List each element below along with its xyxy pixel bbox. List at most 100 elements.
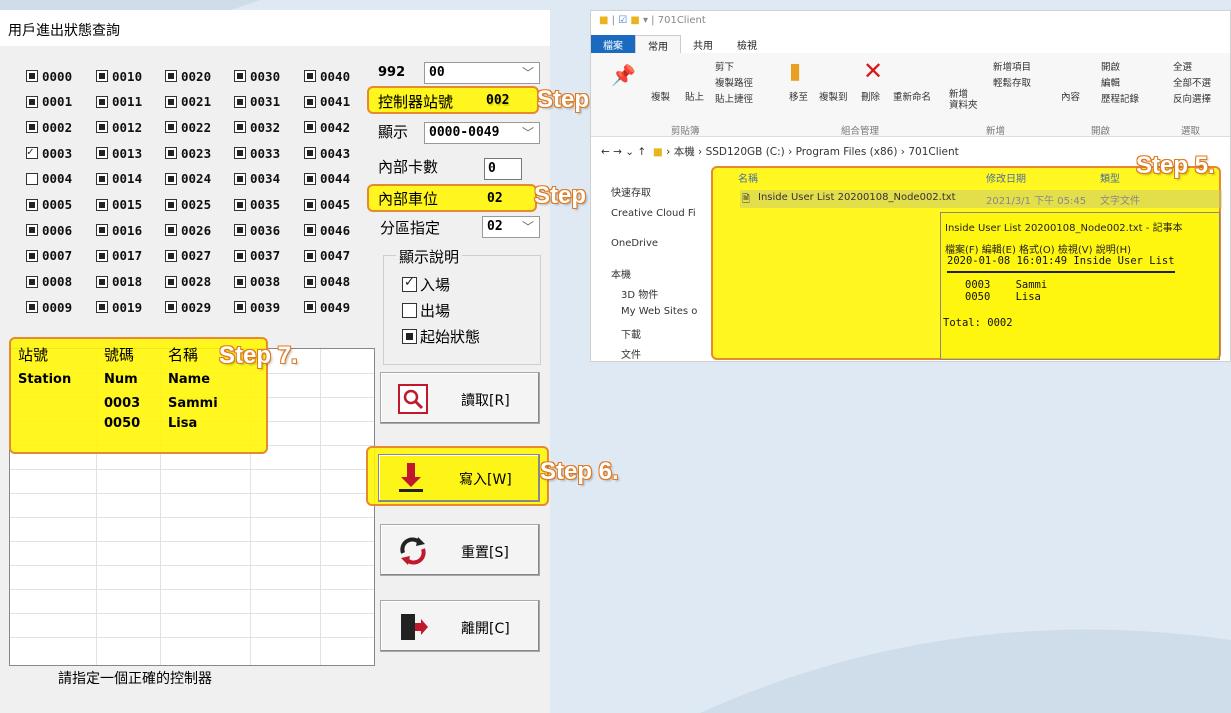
slot-checkbox-0030[interactable]: 0030 <box>234 68 280 84</box>
file-row[interactable]: 🗎 Inside User List 20200108_Node002.txt … <box>740 190 1222 208</box>
zone-select[interactable]: 02 ﹀ <box>482 216 540 238</box>
new-item-button[interactable]: 新增項目 <box>993 59 1031 73</box>
nav-3d-objects[interactable]: 3D 物件 <box>621 286 658 301</box>
slot-label: 0042 <box>320 119 351 135</box>
slot-checkbox-0009[interactable]: 0009 <box>26 299 72 315</box>
slot-checkbox-0048[interactable]: 0048 <box>304 274 350 290</box>
reset-button[interactable]: 重置[S] <box>380 524 540 576</box>
slot-checkbox-0036[interactable]: 0036 <box>234 222 280 238</box>
slot-label: 0008 <box>42 274 73 290</box>
slot-checkbox-0014[interactable]: 0014 <box>96 171 142 187</box>
write-button[interactable]: 寫入[W] <box>378 454 540 502</box>
slot-checkbox-0007[interactable]: 0007 <box>26 248 72 264</box>
slot-checkbox-0035[interactable]: 0035 <box>234 197 280 213</box>
slot-checkbox-0002[interactable]: 0002 <box>26 119 72 135</box>
nav-arrows-icon[interactable]: ← → ⌄ ↑ <box>601 146 646 158</box>
slot-checkbox-0005[interactable]: 0005 <box>26 197 72 213</box>
slot-checkbox-0015[interactable]: 0015 <box>96 197 142 213</box>
slot-checkbox-0021[interactable]: 0021 <box>165 94 211 110</box>
col-date[interactable]: 修改日期 <box>986 170 1026 185</box>
delete-button[interactable]: 刪除 <box>861 89 880 103</box>
slot-checkbox-0043[interactable]: 0043 <box>304 145 350 161</box>
exit-button[interactable]: 離開[C] <box>380 600 540 652</box>
paste-shortcut-button[interactable]: 貼上捷徑 <box>715 91 753 105</box>
slot-checkbox-0018[interactable]: 0018 <box>96 274 142 290</box>
col-name[interactable]: 名稱 <box>738 170 758 185</box>
slot-checkbox-0010[interactable]: 0010 <box>96 68 142 84</box>
tab-view[interactable]: 檢視 <box>725 35 769 53</box>
slot-checkbox-0012[interactable]: 0012 <box>96 119 142 135</box>
slot-checkbox-0008[interactable]: 0008 <box>26 274 72 290</box>
slot-checkbox-0000[interactable]: 0000 <box>26 68 72 84</box>
cut-button[interactable]: 剪下 <box>715 59 734 73</box>
slot-checkbox-0040[interactable]: 0040 <box>304 68 350 84</box>
select-none-button[interactable]: 全部不選 <box>1173 75 1211 89</box>
slot-checkbox-0032[interactable]: 0032 <box>234 119 280 135</box>
slot-label: 0034 <box>250 171 281 187</box>
slot-checkbox-0013[interactable]: 0013 <box>96 145 142 161</box>
display-range-select[interactable]: 0000-0049 ﹀ <box>424 122 540 144</box>
move-to-button[interactable]: 移至 <box>789 89 808 103</box>
slot-checkbox-0038[interactable]: 0038 <box>234 274 280 290</box>
rename-button[interactable]: 重新命名 <box>893 89 931 103</box>
slot-checkbox-0017[interactable]: 0017 <box>96 248 142 264</box>
slot-checkbox-0026[interactable]: 0026 <box>165 222 211 238</box>
slot-checkbox-0033[interactable]: 0033 <box>234 145 280 161</box>
slot-checkbox-0045[interactable]: 0045 <box>304 197 350 213</box>
open-button[interactable]: 開啟 <box>1101 59 1120 73</box>
paste-button[interactable]: 貼上 <box>685 89 704 103</box>
nav-documents[interactable]: 文件 <box>621 346 641 361</box>
slot-checkbox-0031[interactable]: 0031 <box>234 94 280 110</box>
select-all-button[interactable]: 全選 <box>1173 59 1192 73</box>
slot-checkbox-0046[interactable]: 0046 <box>304 222 350 238</box>
nav-my-web-sites[interactable]: My Web Sites o <box>621 306 697 317</box>
slot-checkbox-0027[interactable]: 0027 <box>165 248 211 264</box>
easy-access-button[interactable]: 輕鬆存取 <box>993 75 1031 89</box>
slot-checkbox-0011[interactable]: 0011 <box>96 94 142 110</box>
history-button[interactable]: 歷程記錄 <box>1101 91 1139 105</box>
slot-checkbox-0019[interactable]: 0019 <box>96 299 142 315</box>
slot-checkbox-0016[interactable]: 0016 <box>96 222 142 238</box>
new-folder-button[interactable]: 新增 資料夾 <box>949 89 979 111</box>
slot-checkbox-0044[interactable]: 0044 <box>304 171 350 187</box>
slot-checkbox-0034[interactable]: 0034 <box>234 171 280 187</box>
edit-button[interactable]: 編輯 <box>1101 75 1120 89</box>
slot-checkbox-0025[interactable]: 0025 <box>165 197 211 213</box>
slot-checkbox-0022[interactable]: 0022 <box>165 119 211 135</box>
invert-selection-button[interactable]: 反向選擇 <box>1173 91 1211 105</box>
slot-checkbox-0047[interactable]: 0047 <box>304 248 350 264</box>
tab-file[interactable]: 檔案 <box>591 35 635 53</box>
col-type[interactable]: 類型 <box>1100 170 1120 185</box>
nav-downloads[interactable]: 下載 <box>621 326 641 341</box>
card-count-value: 0 <box>484 158 522 180</box>
copy-to-button[interactable]: 複製到 <box>819 89 848 103</box>
slot-checkbox-0001[interactable]: 0001 <box>26 94 72 110</box>
slot-checkbox-0037[interactable]: 0037 <box>234 248 280 264</box>
slot-checkbox-0004[interactable]: 0004 <box>26 171 72 187</box>
nav-this-pc[interactable]: 本機 <box>611 266 631 281</box>
slot-checkbox-0041[interactable]: 0041 <box>304 94 350 110</box>
slot-checkbox-0029[interactable]: 0029 <box>165 299 211 315</box>
properties-button[interactable]: 內容 <box>1061 89 1080 103</box>
site-select[interactable]: 00 ﹀ <box>424 62 540 84</box>
slot-checkbox-0023[interactable]: 0023 <box>165 145 211 161</box>
slot-checkbox-0020[interactable]: 0020 <box>165 68 211 84</box>
notepad-menu[interactable]: 檔案(F) 編輯(E) 格式(O) 檢視(V) 說明(H) <box>945 241 1131 256</box>
slot-checkbox-0028[interactable]: 0028 <box>165 274 211 290</box>
tab-share[interactable]: 共用 <box>681 35 725 53</box>
copy-path-button[interactable]: 複製路徑 <box>715 75 753 89</box>
address-bar[interactable]: ← → ⌄ ↑ ■ › 本機 › SSD120GB (C:) › Program… <box>591 139 1230 163</box>
slot-checkbox-0006[interactable]: 0006 <box>26 222 72 238</box>
nav-creative-cloud[interactable]: Creative Cloud Fi <box>611 208 696 219</box>
nav-quick-access[interactable]: 快速存取 <box>611 184 651 199</box>
copy-button[interactable]: 複製 <box>651 89 670 103</box>
pin-icon[interactable]: 📌 <box>611 63 636 87</box>
slot-checkbox-0024[interactable]: 0024 <box>165 171 211 187</box>
slot-checkbox-0003[interactable]: 0003 <box>26 145 72 161</box>
slot-checkbox-0039[interactable]: 0039 <box>234 299 280 315</box>
read-button[interactable]: 讀取[R] <box>380 372 540 424</box>
tab-home[interactable]: 常用 <box>635 35 681 53</box>
nav-onedrive[interactable]: OneDrive <box>611 238 658 249</box>
slot-checkbox-0042[interactable]: 0042 <box>304 119 350 135</box>
slot-checkbox-0049[interactable]: 0049 <box>304 299 350 315</box>
